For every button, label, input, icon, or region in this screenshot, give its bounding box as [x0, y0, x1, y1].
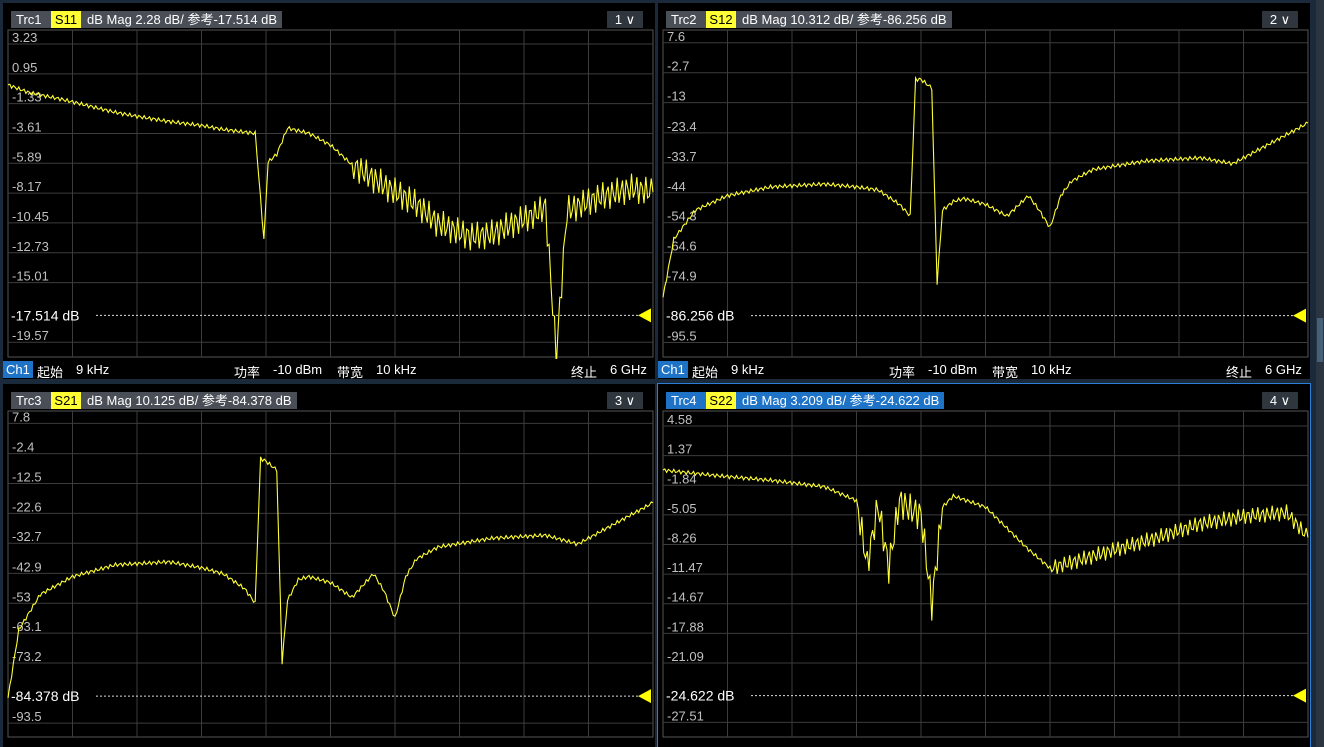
plot-area[interactable]: 4.581.37-1.84-5.05-8.26-11.47-14.67-17.8… [658, 384, 1310, 747]
reference-label: -84.378 dB [11, 688, 80, 704]
reference-marker-icon[interactable] [1293, 688, 1306, 703]
y-tick-label: -23.4 [667, 119, 697, 134]
power-value: -10 dBm [273, 362, 323, 377]
start-label: 起始 [37, 365, 64, 379]
stop-label: 终止 [571, 365, 598, 379]
y-tick-label: 1.37 [667, 442, 692, 457]
y-tick-label: -27.51 [667, 708, 704, 723]
bandwidth-label: 带宽 [337, 365, 364, 379]
reference-label: -17.514 dB [11, 307, 80, 323]
trace-panel-2[interactable]: Trc2 S12 dB Mag 10.312 dB/ 参考-86.256 dB 2 ∨… [658, 3, 1310, 379]
y-tick-label: 4.58 [667, 412, 692, 427]
y-tick-label: 3.23 [12, 30, 37, 45]
y-tick-label: -33.7 [667, 149, 697, 164]
y-tick-label: -73.2 [12, 649, 42, 664]
power-label: 功率 [234, 365, 261, 379]
plot-area[interactable]: 7.6-2.7-13-23.4-33.7-44-54.3-64.6-74.9-9… [658, 3, 1310, 379]
y-tick-label: -12.73 [12, 239, 49, 254]
reference-label: -86.256 dB [666, 308, 735, 324]
channel-label[interactable]: Ch1 [3, 361, 33, 378]
y-tick-label: -5.05 [667, 501, 697, 516]
stop-value: 6 GHz [1265, 362, 1302, 377]
y-tick-label: -19.57 [12, 328, 49, 343]
y-tick-label: -5.89 [12, 149, 42, 164]
y-tick-label: -95.5 [667, 328, 697, 343]
bandwidth-value: 10 kHz [1031, 362, 1072, 377]
y-tick-label: 7.8 [12, 409, 30, 424]
channel-footer: Ch1 起始 9 kHz 功率 -10 dBm 带宽 10 kHz 终止 6 GHz [658, 359, 1310, 379]
y-tick-label: -22.6 [12, 499, 42, 514]
y-tick-label: -3.61 [12, 119, 42, 134]
y-tick-label: -53 [12, 589, 31, 604]
y-tick-label: -13 [667, 89, 686, 104]
y-tick-label: -2.7 [667, 59, 689, 74]
y-tick-label: -32.7 [12, 529, 42, 544]
reference-marker-icon[interactable] [638, 308, 651, 323]
scrollbar-track[interactable] [1316, 0, 1324, 747]
channel-label[interactable]: Ch1 [658, 361, 688, 378]
y-tick-label: -21.09 [667, 649, 704, 664]
plot-area[interactable]: 7.8 -2.4 -12.5 -22.6 -32.7 -42.9 -53 -63.1 -73.2… [3, 384, 655, 747]
y-tick-label: -54.3 [667, 209, 697, 224]
y-tick-label: -11.47 [667, 560, 703, 575]
trace-panel-4[interactable]: Trc4 S22 dB Mag 3.209 dB/ 参考-24.622 dB 4 ∨ 4… [657, 383, 1311, 747]
reference-label: -24.622 dB [666, 688, 735, 704]
plot-area[interactable]: 3.230.95-1.33-3.61-5.89-8.17-10.45-12.73… [3, 3, 655, 379]
y-tick-label: -42.9 [12, 559, 42, 574]
y-tick-label: -93.5 [12, 709, 42, 724]
y-tick-label: -14.67 [667, 590, 704, 605]
trace-panel-1[interactable]: Trc1 S11 dB Mag 2.28 dB/ 参考-17.514 dB 1 ∨ 3.… [3, 3, 655, 379]
y-tick-label: 0.95 [12, 60, 37, 75]
bandwidth-value: 10 kHz [376, 362, 417, 377]
trace-panel-3[interactable]: Trc3 S21 dB Mag 10.125 dB/ 参考-84.378 dB 3 ∨… [3, 384, 655, 747]
reference-marker-icon[interactable] [638, 689, 651, 704]
start-value: 9 kHz [731, 362, 765, 377]
y-tick-label: -12.5 [12, 469, 42, 484]
y-tick-label: -8.17 [12, 179, 42, 194]
scrollbar-thumb[interactable] [1317, 318, 1323, 362]
y-tick-label: 7.6 [667, 29, 685, 44]
y-tick-label: -74.9 [667, 269, 697, 284]
y-tick-label: -10.45 [12, 209, 49, 224]
start-value: 9 kHz [76, 362, 110, 377]
y-tick-label: -8.26 [667, 531, 697, 546]
stop-value: 6 GHz [610, 362, 647, 377]
power-value: -10 dBm [928, 362, 978, 377]
y-tick-label: -2.4 [12, 440, 34, 455]
y-tick-label: -44 [667, 179, 686, 194]
y-tick-label: -63.1 [12, 619, 42, 634]
start-label: 起始 [692, 365, 719, 379]
reference-marker-icon[interactable] [1293, 308, 1306, 323]
stop-label: 终止 [1226, 365, 1253, 379]
power-label: 功率 [889, 365, 916, 379]
channel-footer: Ch1 起始 9 kHz 功率 -10 dBm 带宽 10 kHz 终止 6 GHz [3, 359, 655, 379]
y-tick-label: -17.88 [667, 619, 704, 634]
y-tick-label: -15.01 [12, 269, 49, 284]
bandwidth-label: 带宽 [992, 365, 1019, 379]
